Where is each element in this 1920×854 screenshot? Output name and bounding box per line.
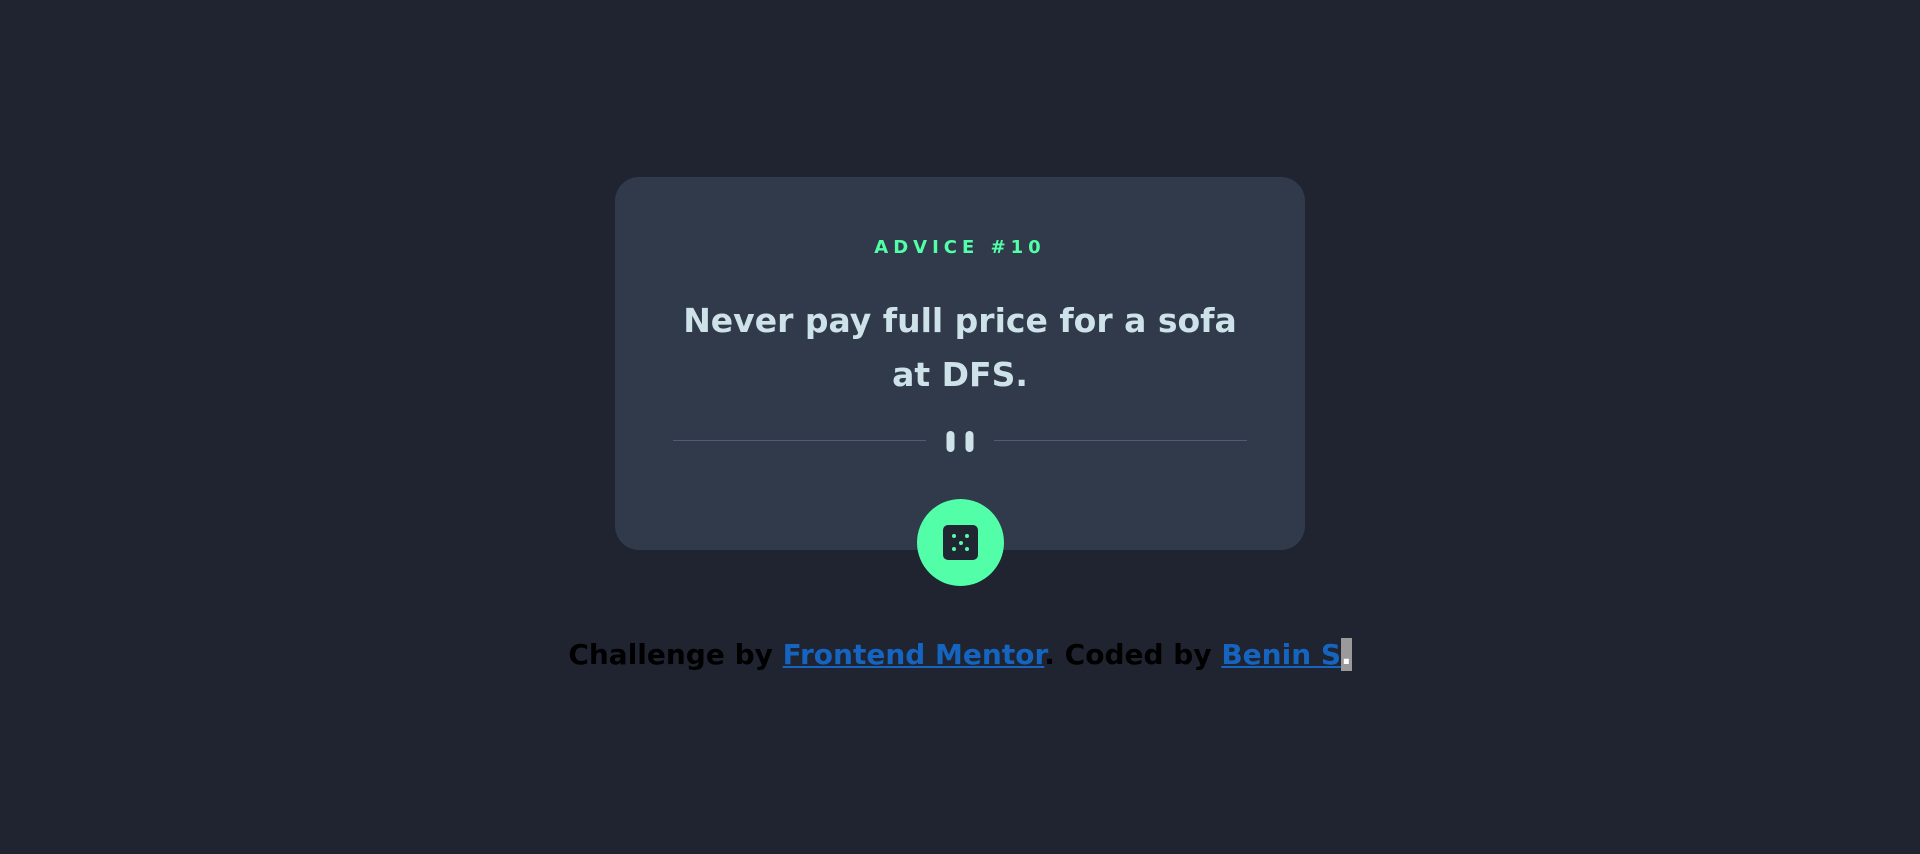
divider-line-left [673, 440, 926, 441]
divider-line-right [994, 440, 1247, 441]
author-link[interactable]: Benin S [1221, 638, 1341, 671]
attribution-suffix: . [1341, 638, 1352, 671]
frontend-mentor-link[interactable]: Frontend Mentor [783, 638, 1045, 671]
attribution-prefix: Challenge by [568, 638, 783, 671]
advice-card: ADVICE #10 Never pay full price for a so… [615, 177, 1305, 550]
advice-id-label: ADVICE #10 [874, 237, 1046, 258]
attribution-middle: . Coded by [1044, 638, 1222, 671]
dice-icon [943, 525, 978, 560]
attribution: Challenge by Frontend Mentor. Coded by B… [0, 638, 1920, 671]
advice-quote: Never pay full price for a sofa at DFS. [683, 301, 1237, 394]
pause-icon [946, 431, 974, 452]
new-advice-button[interactable] [917, 499, 1004, 586]
